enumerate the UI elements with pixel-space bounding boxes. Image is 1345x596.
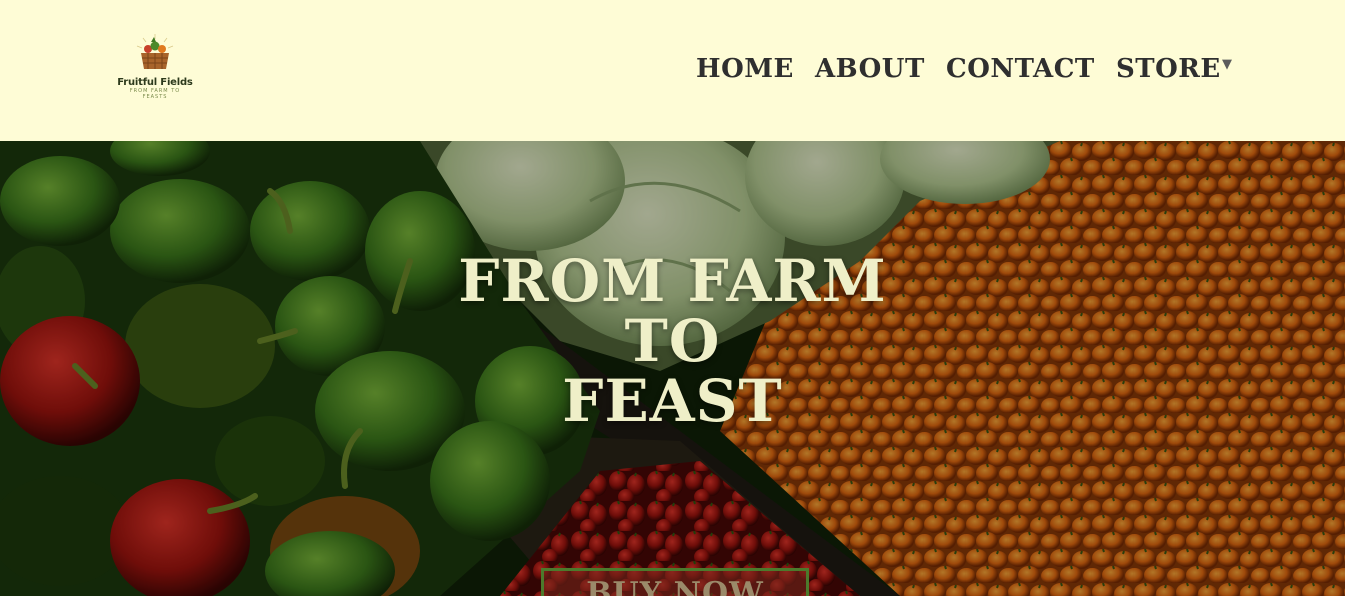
basket-of-vegetables-icon <box>136 34 174 69</box>
hero-title-line-1: FROM FARM <box>458 247 887 315</box>
hero-title-line-3: FEAST <box>562 367 783 435</box>
logo-name: Fruitful Fields <box>117 77 193 88</box>
nav-about[interactable]: ABOUT <box>815 52 924 86</box>
site-header: Fruitful Fields FROM FARM TO FEASTS HOME… <box>0 0 1345 141</box>
nav-home[interactable]: HOME <box>696 52 793 86</box>
chevron-down-icon[interactable]: ▼ <box>1222 58 1236 72</box>
logo-tagline: FROM FARM TO FEASTS <box>129 88 181 100</box>
hero-title: FROM FARM TO FEAST <box>400 251 945 431</box>
hero-section: FROM FARM TO FEAST BUY NOW <box>0 141 1345 596</box>
site-logo[interactable]: Fruitful Fields FROM FARM TO FEASTS <box>116 32 194 104</box>
nav-contact[interactable]: CONTACT <box>946 52 1094 86</box>
buy-now-button[interactable]: BUY NOW <box>541 568 809 596</box>
nav-store[interactable]: STORE <box>1116 52 1220 86</box>
hero-title-line-2: TO <box>624 307 721 375</box>
